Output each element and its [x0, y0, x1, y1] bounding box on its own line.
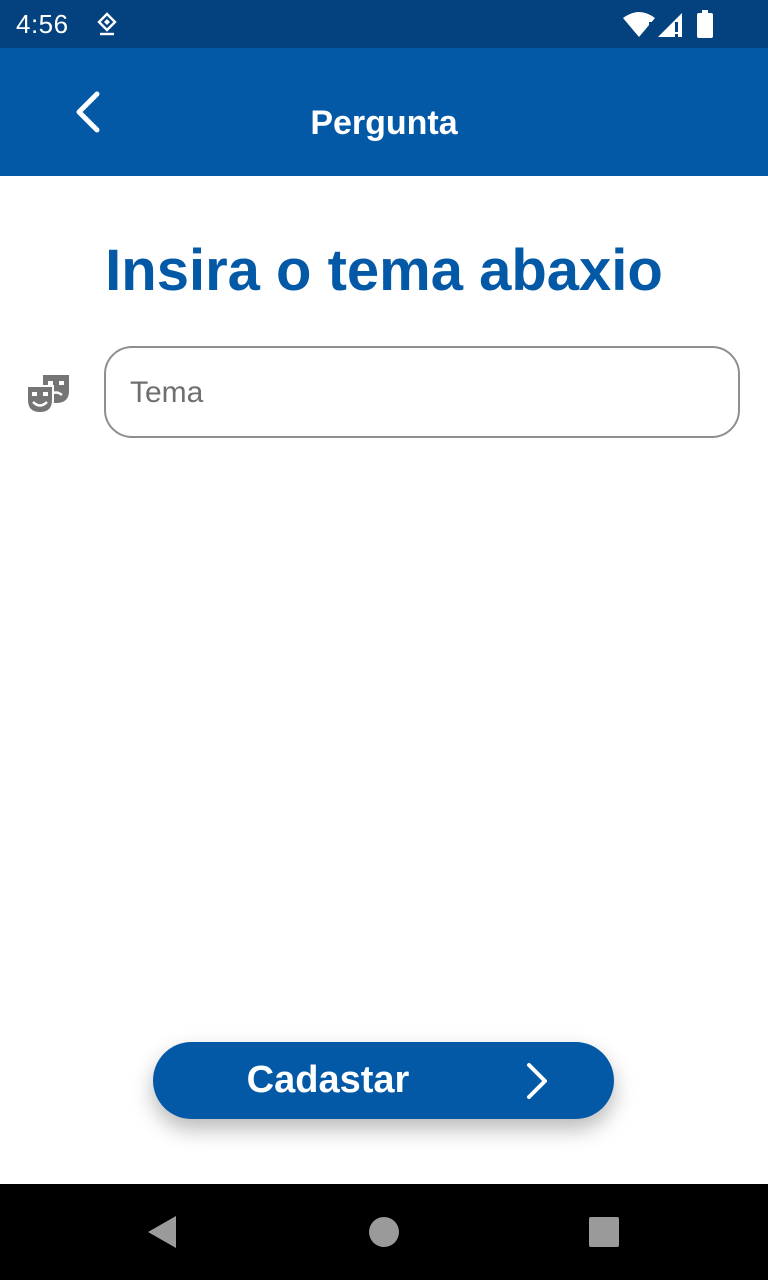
theme-field	[104, 346, 740, 438]
battery-icon	[697, 10, 713, 38]
status-bar: 4:56	[0, 0, 768, 48]
status-time: 4:56	[16, 9, 69, 39]
theater-masks-icon	[26, 375, 69, 415]
nav-recents-icon[interactable]	[584, 1212, 624, 1252]
submit-button-label: Cadastar	[246, 1059, 410, 1101]
chevron-left-icon	[76, 91, 100, 133]
chevron-right-icon	[527, 1063, 547, 1099]
nav-home-icon[interactable]	[364, 1212, 404, 1252]
theme-input[interactable]	[128, 348, 722, 438]
wifi-icon	[623, 12, 655, 37]
submit-button[interactable]: Cadastar	[153, 1042, 614, 1119]
system-nav-bar	[0, 1184, 768, 1280]
cell-signal-icon	[658, 13, 682, 37]
nav-back-icon[interactable]	[142, 1212, 182, 1252]
back-button[interactable]	[60, 84, 116, 140]
section-heading: Insira o tema abaxio	[105, 238, 663, 303]
app-bar: Pergunta	[0, 48, 768, 176]
location-pin-icon	[97, 12, 117, 36]
screen: 4:56 Pergunta Insira o tema abaxio Tema …	[0, 0, 768, 1280]
